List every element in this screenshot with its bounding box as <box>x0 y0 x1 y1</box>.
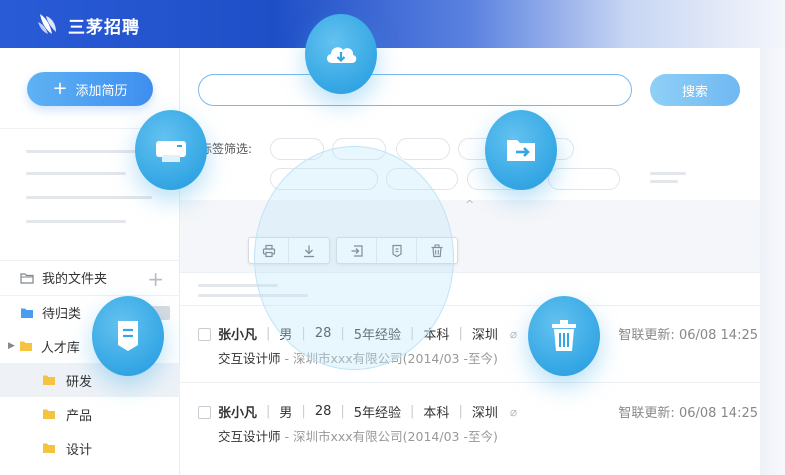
select-checkbox[interactable] <box>198 406 211 419</box>
update-time: 06/08 14:25 <box>678 406 758 421</box>
sidebar: + 添加简历 我的文件夹 + 待归类 ▶ 人才库 研发 产品 设计 <box>0 48 180 475</box>
my-folders-label: 我的文件夹 <box>42 272 108 287</box>
folder-icon <box>43 409 55 419</box>
folder-icon <box>19 341 32 351</box>
placeholder-line <box>26 220 126 223</box>
placeholder-line <box>650 180 678 183</box>
select-checkbox[interactable] <box>198 328 211 341</box>
update-info: 智联更新: 06/08 14:25 <box>618 324 758 343</box>
filter-tag[interactable] <box>396 138 450 160</box>
folder-label: 设计 <box>66 442 93 458</box>
candidate-company: - 深圳市xxx有限公司(2014/03 -至今) <box>280 429 498 444</box>
add-folder-icon[interactable]: + <box>147 267 164 291</box>
filter-tag[interactable] <box>548 168 620 190</box>
update-label: 智联更新: <box>618 406 675 421</box>
candidate-role: 交互设计师 <box>218 351 281 366</box>
plus-icon: + <box>52 78 68 99</box>
separator: | <box>458 326 463 341</box>
search-input[interactable] <box>198 74 632 106</box>
expand-arrow-icon[interactable]: ▶ <box>8 341 15 351</box>
placeholder-line <box>26 172 126 175</box>
trash-badge <box>528 296 600 376</box>
brand-name: 三茅招聘 <box>68 18 140 38</box>
folder-icon <box>43 375 55 385</box>
separator: | <box>301 404 306 419</box>
separator: | <box>266 326 271 341</box>
candidate-position: 交互设计师 - 深圳市xxx有限公司(2014/03 -至今) <box>218 426 498 445</box>
placeholder-line <box>26 150 152 153</box>
search-button[interactable]: 搜索 <box>650 74 740 106</box>
cloud-download-icon <box>326 47 357 63</box>
folder-move-icon <box>507 140 535 161</box>
folder-move-badge <box>485 110 557 190</box>
folder-label: 产品 <box>66 408 93 424</box>
background-fade <box>760 48 785 475</box>
placeholder-line <box>650 172 686 175</box>
printer-icon <box>156 141 186 162</box>
tag-filter-label: 标签筛选: <box>200 142 253 156</box>
candidate-gender: 男 <box>279 406 293 421</box>
divider <box>180 382 760 383</box>
candidate-summary: 张小凡 | 男 | 28 | 5年经验 | 本科 | 深圳 ⌀ <box>218 402 517 421</box>
sidebar-item-rd[interactable]: 研发 <box>0 363 180 397</box>
attachment-icon[interactable]: ⌀ <box>510 327 517 341</box>
candidate-name[interactable]: 张小凡 <box>218 402 257 421</box>
update-label: 智联更新: <box>618 328 675 343</box>
printer-badge <box>135 110 207 190</box>
collapse-arrow-icon[interactable]: ^ <box>465 198 474 211</box>
separator: | <box>410 404 415 419</box>
update-time: 06/08 14:25 <box>678 328 758 343</box>
candidate-city: 深圳 <box>471 406 498 421</box>
add-resume-button[interactable]: + 添加简历 <box>27 72 153 106</box>
folder-icon <box>43 443 55 453</box>
update-info: 智联更新: 06/08 14:25 <box>618 402 758 421</box>
add-resume-label: 添加简历 <box>75 83 128 99</box>
magnifier-overlay <box>254 146 454 370</box>
bookmark-badge <box>92 296 164 376</box>
sidebar-item-product[interactable]: 产品 <box>0 397 180 431</box>
separator: | <box>340 404 345 419</box>
candidate-row[interactable]: 张小凡 | 男 | 28 | 5年经验 | 本科 | 深圳 ⌀ 智联更新: 06… <box>198 394 758 450</box>
trash-icon <box>552 320 576 351</box>
sidebar-item-design[interactable]: 设计 <box>0 431 180 465</box>
candidate-role: 交互设计师 <box>218 429 281 444</box>
candidate-name[interactable]: 张小凡 <box>218 324 257 343</box>
logo-icon <box>38 14 56 34</box>
folder-outline-icon <box>20 272 34 284</box>
pending-label: 待归类 <box>42 307 82 322</box>
candidate-city: 深圳 <box>471 328 498 343</box>
talent-pool-label: 人才库 <box>40 340 80 356</box>
cloud-download-badge <box>305 14 377 94</box>
candidate-age: 28 <box>314 404 332 419</box>
attachment-icon[interactable]: ⌀ <box>510 405 517 419</box>
separator: | <box>266 404 271 419</box>
candidate-experience: 5年经验 <box>353 406 402 421</box>
app-header: 三茅招聘 <box>0 0 785 48</box>
folder-blue-icon <box>21 308 33 318</box>
bookmark-icon <box>118 321 138 351</box>
separator: | <box>458 404 463 419</box>
my-folders-row[interactable]: 我的文件夹 + <box>0 260 180 294</box>
folder-label: 研发 <box>66 374 93 390</box>
candidate-education: 本科 <box>423 406 450 421</box>
placeholder-line <box>26 196 152 199</box>
